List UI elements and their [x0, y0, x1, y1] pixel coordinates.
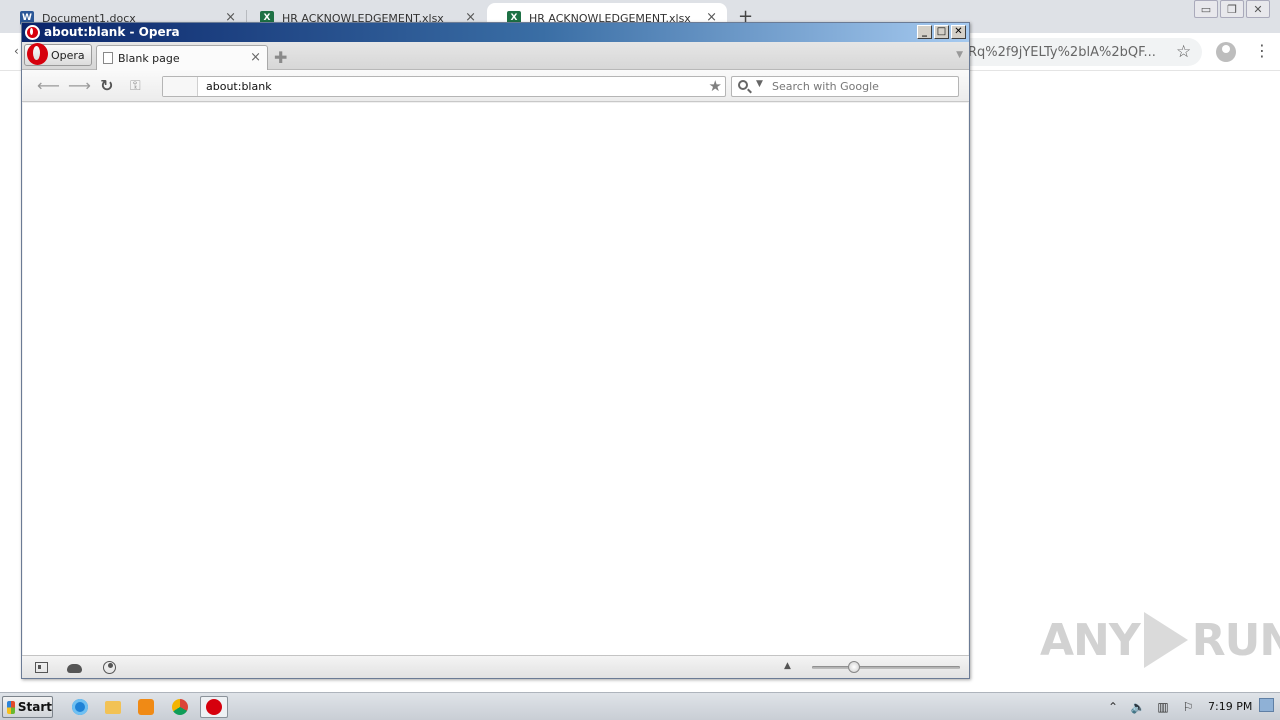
- opera-status-bar: ▲: [22, 655, 969, 678]
- tab-blank-page[interactable]: Blank page ×: [96, 45, 268, 70]
- page-icon: [103, 52, 113, 64]
- taskbar-chrome[interactable]: [166, 696, 194, 718]
- panel-toggle-icon[interactable]: [35, 662, 48, 673]
- window-controls: _ □ ✕: [917, 25, 966, 39]
- internet-explorer-icon: [72, 699, 88, 715]
- system-tray: ⌃ 🔈 ▥ ⚐: [1105, 693, 1196, 720]
- zoom-menu-icon[interactable]: ▲: [784, 661, 791, 671]
- close-button[interactable]: ✕: [1246, 0, 1270, 18]
- address-field[interactable]: about:blank ★: [162, 76, 726, 97]
- opera-menu-label: Opera: [51, 48, 85, 62]
- back-button[interactable]: ⟵: [37, 76, 60, 95]
- opera-window: about:blank - Opera _ □ ✕ Opera Blank pa…: [21, 22, 970, 679]
- opera-logo-icon: [27, 43, 48, 65]
- opera-icon: [206, 699, 222, 715]
- cloud-icon[interactable]: [67, 664, 82, 673]
- tab-label: Blank page: [118, 51, 180, 65]
- wand-key-icon[interactable]: ⚿: [130, 78, 141, 94]
- chevron-down-icon[interactable]: ▼: [756, 79, 763, 89]
- opera-icon: [25, 25, 40, 40]
- action-center-flag-icon[interactable]: ⚐: [1180, 700, 1196, 714]
- folder-icon: [105, 700, 121, 714]
- address-badge[interactable]: [163, 77, 198, 96]
- search-icon: [738, 80, 748, 90]
- minimize-button[interactable]: ▭: [1194, 0, 1218, 18]
- volume-icon[interactable]: 🔈: [1130, 700, 1146, 714]
- forward-button[interactable]: ⟶: [68, 76, 91, 95]
- watermark-text-right: RUN: [1191, 614, 1280, 666]
- reload-button[interactable]: ↻: [100, 76, 113, 95]
- taskbar-media-player[interactable]: [132, 696, 160, 718]
- watermark-text-left: ANY: [1040, 614, 1141, 666]
- clock[interactable]: 7:19 PM: [1208, 700, 1252, 713]
- taskbar-file-explorer[interactable]: [99, 696, 127, 718]
- new-tab-button[interactable]: ✚: [274, 48, 287, 67]
- opera-tab-bar: Opera Blank page × ✚ ▼: [22, 42, 969, 70]
- show-desktop-button[interactable]: [1259, 698, 1274, 712]
- window-title: about:blank - Opera: [44, 25, 180, 39]
- chrome-address-bar[interactable]: Rq%2f9jYELTy%2blA%2bQF...: [950, 38, 1202, 66]
- chrome-menu-icon[interactable]: ⋮: [1254, 41, 1270, 60]
- taskbar-opera[interactable]: [200, 696, 228, 718]
- chrome-icon: [172, 699, 188, 715]
- anyrun-watermark: ANY RUN: [1040, 612, 1280, 668]
- chrome-window-controls: ▭ ❐ ✕: [1194, 0, 1270, 18]
- zoom-slider[interactable]: [812, 666, 960, 669]
- opera-navigation-toolbar: ⟵ ⟶ ↻ ⚿ about:blank ★ ▼ Search with Goog…: [22, 70, 969, 102]
- taskbar-internet-explorer[interactable]: [66, 696, 94, 718]
- windows-logo-icon: [7, 700, 15, 714]
- close-button[interactable]: ✕: [951, 25, 966, 39]
- bookmark-star-icon[interactable]: ★: [709, 77, 722, 95]
- minimize-button[interactable]: _: [917, 25, 932, 39]
- restore-button[interactable]: ❐: [1220, 0, 1244, 18]
- opera-title-bar[interactable]: about:blank - Opera _ □ ✕: [22, 23, 969, 42]
- page-content-area[interactable]: [23, 103, 968, 655]
- zoom-slider-thumb[interactable]: [848, 661, 860, 673]
- taskbar: Start ⌃ 🔈 ▥ ⚐ 7:19 PM: [0, 692, 1280, 720]
- search-placeholder: Search with Google: [772, 80, 879, 93]
- start-button[interactable]: Start: [2, 696, 53, 718]
- opera-menu-button[interactable]: Opera: [24, 43, 92, 66]
- network-icon[interactable]: ▥: [1155, 700, 1171, 714]
- chrome-back-icon[interactable]: ‹: [14, 44, 19, 58]
- start-label: Start: [17, 700, 52, 714]
- turbo-gauge-icon[interactable]: [103, 661, 116, 674]
- chevron-down-icon[interactable]: ▼: [956, 50, 963, 60]
- play-icon: [1143, 612, 1188, 668]
- bookmark-star-icon[interactable]: ☆: [1176, 42, 1191, 62]
- address-text: about:blank: [206, 80, 272, 93]
- search-field[interactable]: ▼ Search with Google: [731, 76, 959, 97]
- show-hidden-icons-icon[interactable]: ⌃: [1105, 700, 1121, 714]
- close-icon[interactable]: ×: [250, 50, 261, 65]
- profile-avatar-icon[interactable]: [1216, 42, 1236, 62]
- maximize-button[interactable]: □: [934, 25, 949, 39]
- media-player-icon: [138, 699, 154, 715]
